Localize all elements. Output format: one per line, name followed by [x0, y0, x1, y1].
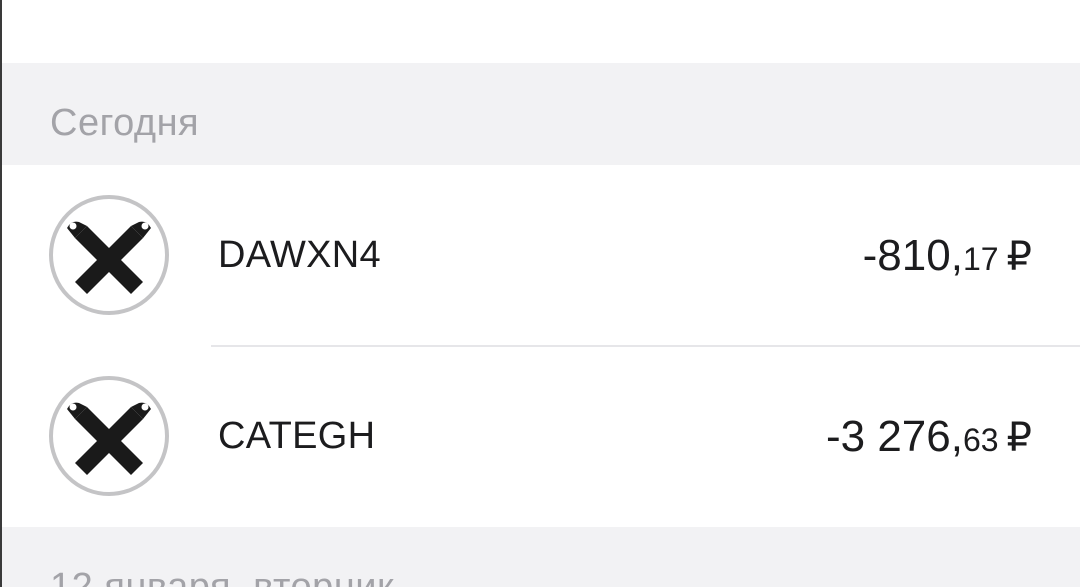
amount-fraction: 17 [962, 241, 999, 277]
amount-main: -3 276, [825, 412, 963, 461]
merchant-name: DAWXN4 [218, 234, 381, 276]
currency-symbol: ₽ [1006, 416, 1032, 460]
section-title: 12 января, вторник [50, 566, 395, 587]
currency-symbol: ₽ [1006, 235, 1032, 279]
transaction-row[interactable]: CATEGH -3 276,63 ₽ [0, 346, 1080, 527]
raiffeisen-logo-icon [49, 195, 169, 315]
transaction-amount: -810,17 ₽ [863, 165, 1032, 346]
merchant-name: CATEGH [218, 415, 376, 457]
section-header-date: 12 января, вторник [0, 527, 1080, 587]
amount-fraction: 63 [962, 422, 999, 458]
top-blank-area [0, 0, 1080, 63]
section-title: Сегодня [50, 102, 200, 144]
transaction-amount: -3 276,63 ₽ [826, 346, 1032, 527]
transaction-list: DAWXN4 -810,17 ₽ CATEGH -3 276,63 ₽ [0, 165, 1080, 527]
section-header-today: Сегодня [0, 63, 1080, 165]
amount-main: -810, [862, 231, 963, 280]
screen-left-edge [0, 0, 2, 587]
raiffeisen-logo-icon [49, 376, 169, 496]
transaction-row[interactable]: DAWXN4 -810,17 ₽ [0, 165, 1080, 347]
